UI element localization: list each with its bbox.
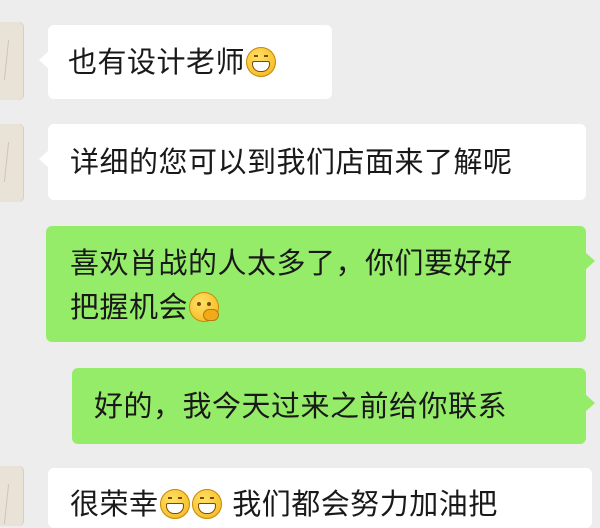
message-bubble-incoming[interactable]: 详细的您可以到我们店面来了解呢 xyxy=(39,124,586,200)
contact-avatar[interactable] xyxy=(0,124,24,202)
message-text: 好的，我今天过来之前给你联系 xyxy=(94,389,508,423)
contact-avatar[interactable] xyxy=(0,466,24,526)
message-text-line: 把握机会 xyxy=(70,285,586,329)
message-bubble-outgoing[interactable]: 喜欢肖战的人太多了，你们要好好 把握机会 xyxy=(46,226,595,342)
message-text: 把握机会 xyxy=(70,290,189,324)
grinning-face-icon xyxy=(246,47,277,77)
grinning-face-icon xyxy=(191,489,222,519)
message-text: 详细的您可以到我们店面来了解呢 xyxy=(70,145,513,179)
message-text: 我们都会努力加油把 xyxy=(232,487,498,521)
message-bubble-outgoing[interactable]: 好的，我今天过来之前给你联系 xyxy=(72,368,595,444)
message-text-line: 喜欢肖战的人太多了，你们要好好 xyxy=(70,246,513,280)
message-bubble-incoming[interactable]: 很荣幸 我们都会努力加油把 xyxy=(48,468,592,528)
message-text: 也有设计老师 xyxy=(68,45,246,79)
message-text: 很荣幸 xyxy=(70,487,159,521)
contact-avatar[interactable] xyxy=(0,22,24,100)
thinking-face-icon xyxy=(189,292,220,322)
message-bubble-incoming[interactable]: 也有设计老师 xyxy=(39,25,332,99)
grinning-face-icon xyxy=(159,489,190,519)
